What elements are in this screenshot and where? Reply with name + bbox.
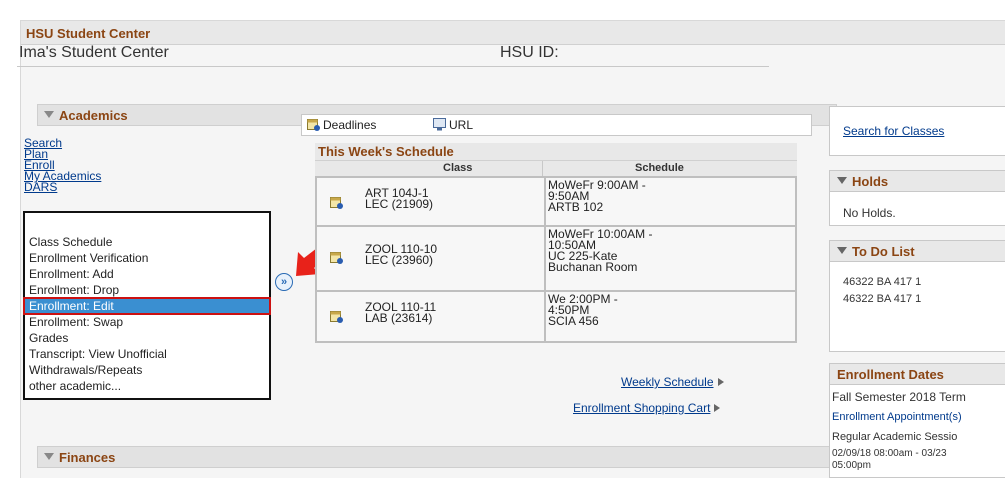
holds-text: No Holds. <box>843 206 896 220</box>
todo-body: 46322 BA 417 1 46322 BA 417 1 <box>829 262 1005 352</box>
academics-links: Search Plan Enroll My Academics DARS <box>24 124 101 193</box>
collapse-icon[interactable] <box>44 111 54 118</box>
enrollment-dates-title: Enrollment Dates <box>837 367 944 382</box>
dropdown-option[interactable]: Enrollment: Swap <box>25 315 269 329</box>
dropdown-option[interactable]: Transcript: View Unofficial <box>25 347 269 361</box>
enrollment-date-range: 02/09/18 08:00am - 03/23 <box>832 448 947 459</box>
class-cell: ART 104J-1 LEC (21909) <box>365 187 434 211</box>
url-link[interactable]: URL <box>433 118 473 132</box>
url-icon <box>433 118 446 131</box>
enrollment-term: Fall Semester 2018 Term <box>832 390 966 404</box>
column-divider <box>542 161 543 177</box>
holds-body: No Holds. <box>829 192 1005 226</box>
weekly-schedule-table: This Week's Schedule Class Schedule ART … <box>315 143 797 343</box>
shopping-cart-link[interactable]: Enrollment Shopping Cart <box>573 401 721 415</box>
enrollment-dates-body: Fall Semester 2018 Term Enrollment Appoi… <box>829 385 1005 478</box>
todo-item[interactable]: 46322 BA 417 1 <box>843 276 921 288</box>
shopping-cart-label: Enrollment Shopping Cart <box>573 401 711 415</box>
arrow-right-icon <box>714 404 721 412</box>
table-row[interactable]: ART 104J-1 LEC (21909) MoWeFr 9:00AM - 9… <box>315 176 797 227</box>
holds-header[interactable]: Holds <box>829 170 1005 192</box>
dropdown-option[interactable]: Enrollment Verification <box>25 251 269 265</box>
finances-section-label: Finances <box>59 450 116 465</box>
enrollment-date-range: 05:00pm <box>832 460 871 471</box>
dropdown-option[interactable]: Class Schedule <box>25 235 269 249</box>
dropdown-option[interactable]: Enrollment: Drop <box>25 283 269 297</box>
schedule-header-row: Class Schedule <box>315 160 797 177</box>
collapse-icon[interactable] <box>44 453 54 460</box>
calendar-icon[interactable] <box>330 196 343 209</box>
app-title: HSU Student Center <box>26 26 151 41</box>
weekly-schedule-label: Weekly Schedule <box>621 375 714 389</box>
dropdown-option-selected[interactable]: Enrollment: Edit <box>23 297 271 315</box>
dropdown-option[interactable]: Grades <box>25 331 269 345</box>
schedule-title: This Week's Schedule <box>315 143 797 160</box>
class-section: LEC (23960) <box>365 253 434 267</box>
deadlines-link[interactable]: Deadlines <box>307 118 376 132</box>
academics-dropdown[interactable]: Class Schedule Enrollment Verification E… <box>23 211 271 400</box>
schedule-cell: We 2:00PM - 4:50PM SCIA 456 <box>544 292 618 341</box>
schedule-line: Buchanan Room <box>548 260 638 274</box>
holds-title: Holds <box>852 174 889 189</box>
calendar-icon[interactable] <box>330 310 343 323</box>
page-title: Ima's Student Center <box>19 44 169 61</box>
finances-section-header[interactable]: Finances <box>37 446 830 468</box>
class-section: LEC (21909) <box>365 197 434 211</box>
hsu-id-label: HSU ID: <box>500 44 559 61</box>
dropdown-option[interactable]: Enrollment: Add <box>25 267 269 281</box>
collapse-icon[interactable] <box>837 177 847 184</box>
schedule-cell: MoWeFr 10:00AM - 10:50AM UC 225-Kate Buc… <box>544 227 652 290</box>
table-row[interactable]: ZOOL 110-10 LEC (23960) MoWeFr 10:00AM -… <box>315 227 797 292</box>
dropdown-option[interactable]: Withdrawals/Repeats <box>25 363 269 377</box>
schedule-line: ARTB 102 <box>548 200 604 214</box>
dars-link[interactable]: DARS <box>24 181 101 193</box>
table-row[interactable]: ZOOL 110-11 LAB (23614) We 2:00PM - 4:50… <box>315 292 797 343</box>
dropdown-option[interactable]: other academic... <box>25 379 269 393</box>
collapse-icon[interactable] <box>837 247 847 254</box>
search-classes-box: Search for Classes <box>829 106 1005 156</box>
enrollment-appointment-link[interactable]: Enrollment Appointment(s) <box>832 411 962 423</box>
search-for-classes-link[interactable]: Search for Classes <box>843 124 944 138</box>
todo-item[interactable]: 46322 BA 417 1 <box>843 293 921 305</box>
arrow-right-icon <box>717 378 724 386</box>
todo-title: To Do List <box>852 244 915 259</box>
schedule-cell: MoWeFr 9:00AM - 9:50AM ARTB 102 <box>544 178 646 225</box>
schedule-line: SCIA 456 <box>548 314 599 328</box>
class-cell: ZOOL 110-11 LAB (23614) <box>365 301 436 325</box>
class-column-header: Class <box>443 162 473 174</box>
class-section: LAB (23614) <box>365 311 433 325</box>
calendar-icon[interactable] <box>330 251 343 264</box>
weekly-schedule-link[interactable]: Weekly Schedule <box>621 375 724 389</box>
academics-toolbar: Deadlines URL <box>301 114 812 136</box>
title-divider <box>17 66 769 67</box>
calendar-icon <box>307 119 320 131</box>
todo-header[interactable]: To Do List <box>829 240 1005 262</box>
enrollment-session: Regular Academic Sessio <box>832 431 958 443</box>
url-label: URL <box>449 118 474 132</box>
app-header: HSU Student Center <box>21 21 1005 45</box>
deadlines-label: Deadlines <box>323 118 377 132</box>
schedule-column-header: Schedule <box>635 162 684 174</box>
academics-section-label: Academics <box>59 108 128 123</box>
class-cell: ZOOL 110-10 LEC (23960) <box>365 243 437 267</box>
enrollment-dates-header: Enrollment Dates <box>829 363 1005 385</box>
